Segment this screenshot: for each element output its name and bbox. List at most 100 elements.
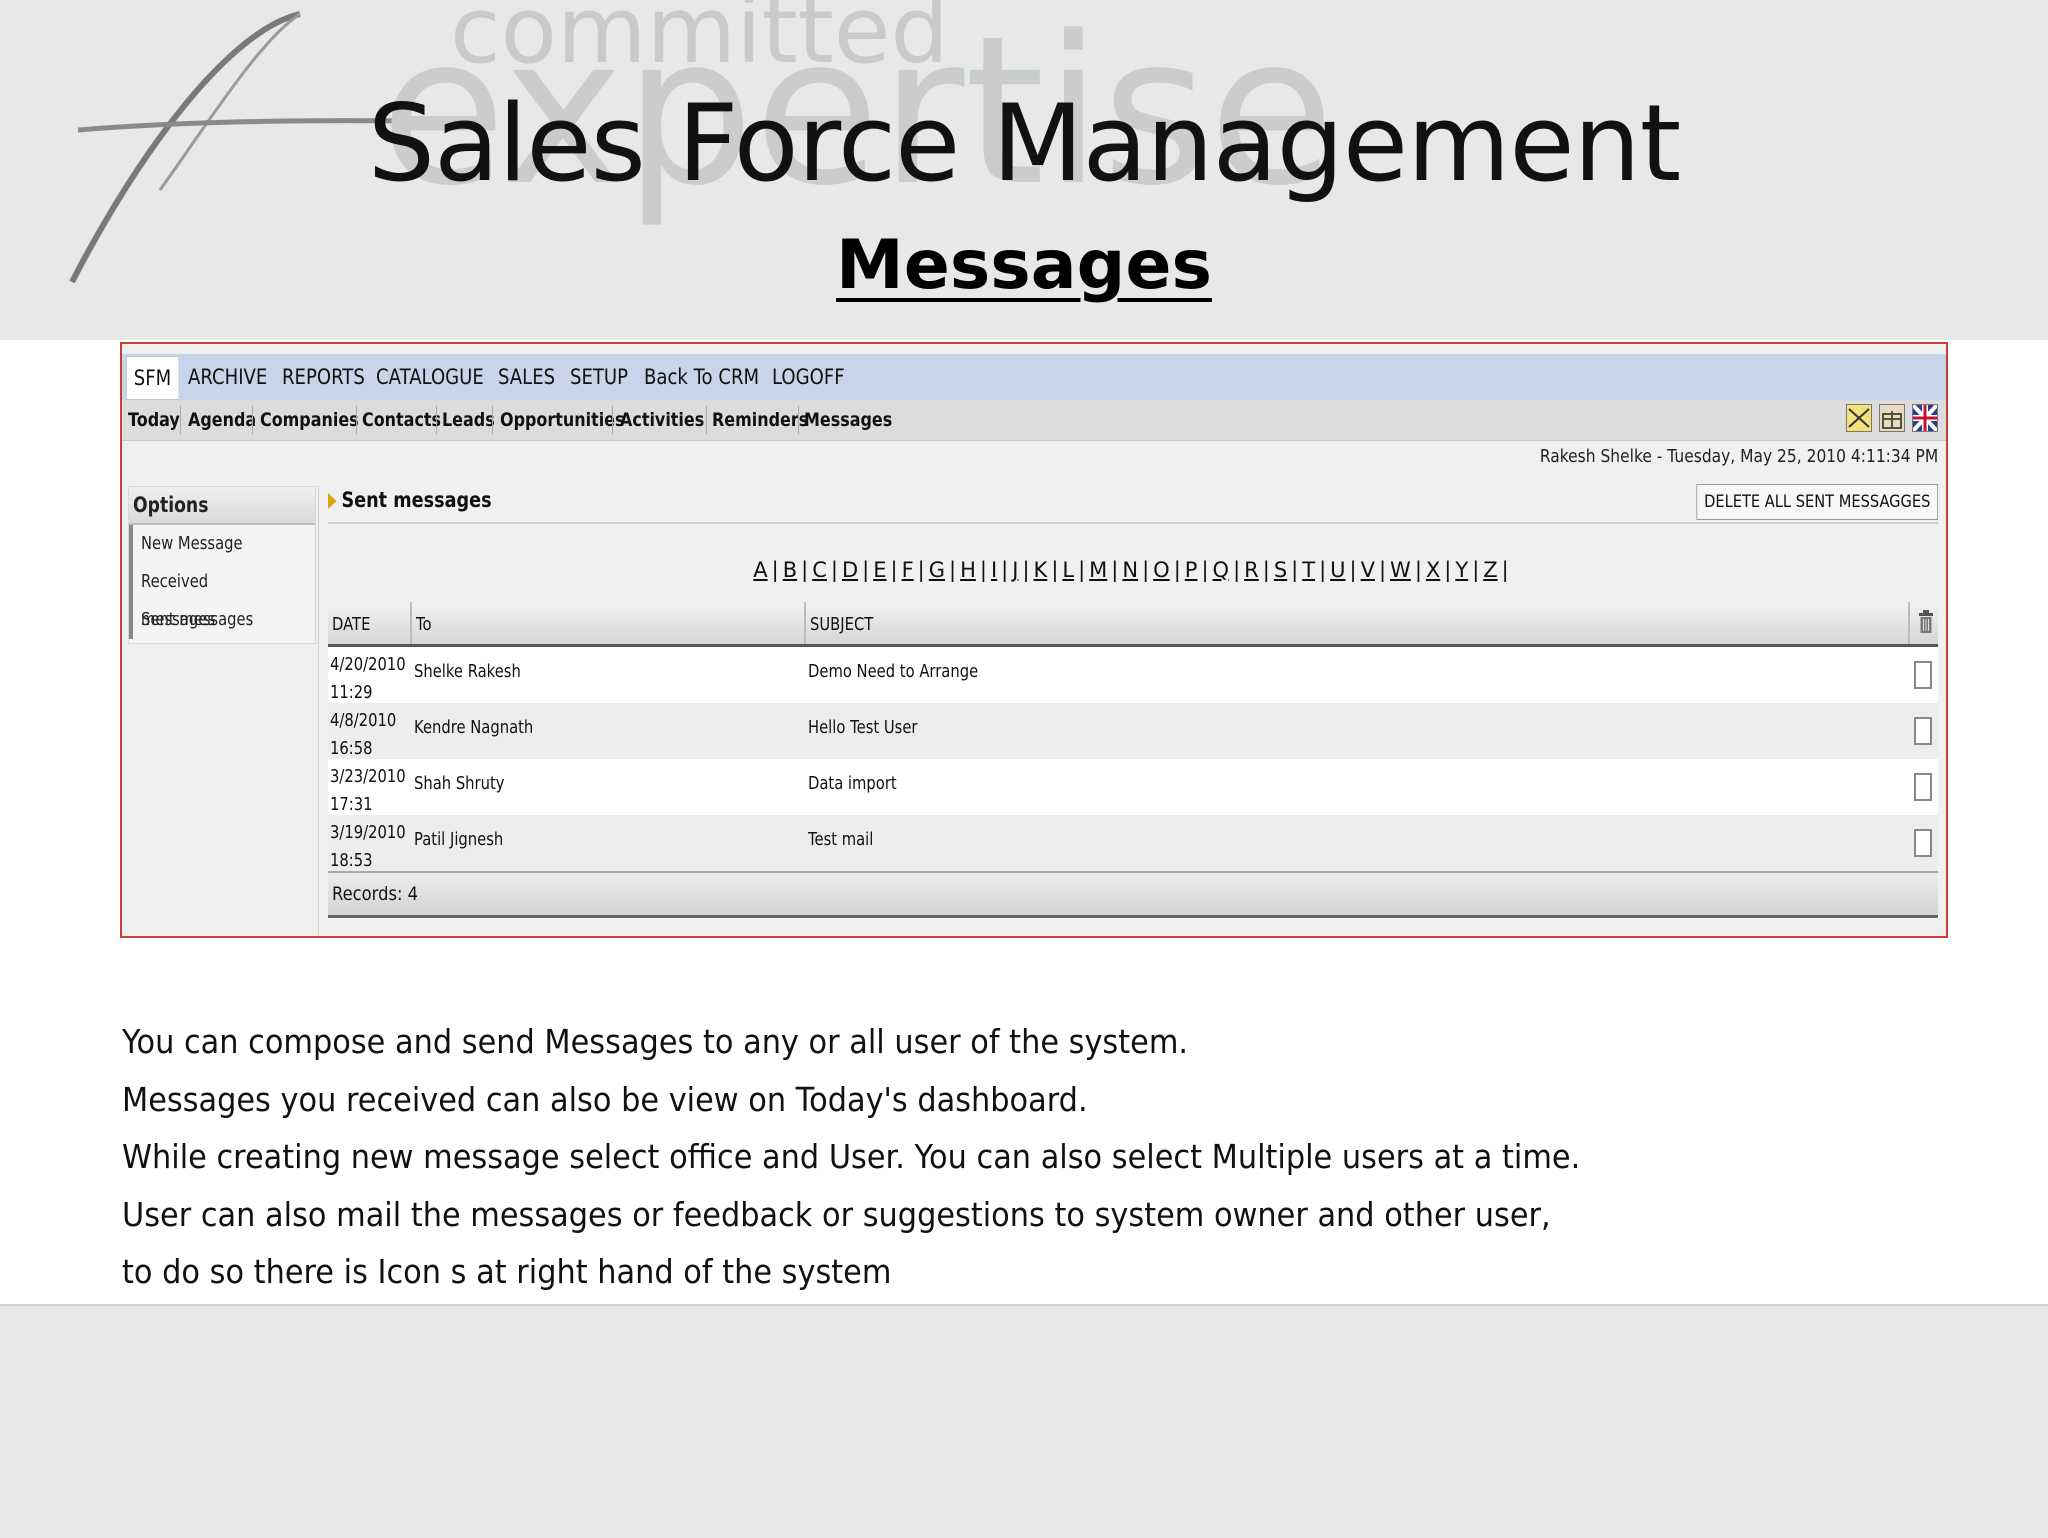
alpha-filter-u[interactable]: U	[1330, 558, 1345, 582]
column-divider	[1908, 602, 1910, 644]
alpha-filter-o[interactable]: O	[1153, 558, 1170, 582]
table-row[interactable]: 3/19/2010 18:53 Patil Jignesh Test mail	[328, 815, 1938, 871]
menu-archive[interactable]: ARCHIVE	[188, 354, 267, 400]
alpha-separator: |	[1291, 558, 1299, 582]
column-header-subject[interactable]: SUBJECT	[810, 602, 887, 644]
submenu-messages[interactable]: Messages	[804, 400, 892, 440]
row-date[interactable]: 4/20/2010 11:29	[330, 651, 410, 707]
alpha-separator: |	[1414, 558, 1422, 582]
row-recipient[interactable]: Shelke Rakesh	[414, 661, 544, 682]
menu-logoff[interactable]: LOGOFF	[772, 354, 845, 400]
submenu-leads[interactable]: Leads	[442, 400, 495, 440]
alpha-filter-s[interactable]: S	[1274, 558, 1287, 582]
table-row[interactable]: 3/23/2010 17:31 Shah Shruty Data import	[328, 759, 1938, 815]
alpha-filter-b[interactable]: B	[783, 558, 797, 582]
alpha-filter-k[interactable]: K	[1034, 558, 1048, 582]
submenu-contacts[interactable]: Contacts	[362, 400, 441, 440]
row-checkbox[interactable]	[1914, 773, 1932, 801]
menu-sales[interactable]: SALES	[498, 354, 555, 400]
submenu-companies[interactable]: Companies	[260, 400, 359, 440]
menu-back-to-crm[interactable]: Back To CRM	[644, 354, 759, 400]
menu-sfm[interactable]: SFM	[126, 356, 179, 400]
alpha-filter-i[interactable]: I	[991, 558, 997, 582]
row-checkbox[interactable]	[1914, 829, 1932, 857]
alpha-filter-v[interactable]: V	[1361, 558, 1375, 582]
sidebar-item-sent-messages[interactable]: Sent messages	[129, 601, 315, 639]
delete-all-sent-button[interactable]: DELETE ALL SENT MESSAGGES	[1696, 484, 1938, 520]
gift-icon[interactable]	[1878, 404, 1905, 432]
alpha-separator: |	[1349, 558, 1357, 582]
row-checkbox[interactable]	[1914, 717, 1932, 745]
column-header-date[interactable]: DATE	[332, 602, 379, 644]
alphabet-filter: A | B | C | D | E | F | G | H | I | J | K | L | M | N | O | P | Q | R | S | T |…	[328, 558, 1938, 582]
row-subject[interactable]: Hello Test User	[808, 717, 942, 738]
alpha-separator: |	[1262, 558, 1270, 582]
row-recipient[interactable]: Patil Jignesh	[414, 829, 523, 850]
mail-feedback-icon[interactable]	[1845, 404, 1872, 432]
sidebar-item-received-messages[interactable]: Received messages	[129, 563, 315, 630]
submenu-reminders[interactable]: Reminders	[712, 400, 808, 440]
row-date[interactable]: 3/19/2010 18:53	[330, 819, 410, 875]
section-title: Sent messages	[328, 488, 492, 512]
row-date[interactable]: 3/23/2010 17:31	[330, 763, 410, 819]
row-subject[interactable]: Demo Need to Arrange	[808, 661, 1016, 682]
row-checkbox[interactable]	[1914, 661, 1932, 689]
note-line: User can also mail the messages or feedb…	[122, 1194, 1551, 1234]
submenu-activities[interactable]: Activities	[620, 400, 704, 440]
menu-reports[interactable]: REPORTS	[282, 354, 365, 400]
row-recipient[interactable]: Shah Shruty	[414, 773, 524, 794]
main-menubar: SFM ARCHIVE REPORTS CATALOGUE SALES SETU…	[122, 354, 1946, 400]
alpha-filter-d[interactable]: D	[842, 558, 858, 582]
alpha-separator: |	[1142, 558, 1150, 582]
submenu-today[interactable]: Today	[128, 400, 180, 440]
alpha-filter-j[interactable]: J	[1012, 558, 1018, 582]
alpha-filter-h[interactable]: H	[960, 558, 976, 582]
alpha-filter-g[interactable]: G	[929, 558, 945, 582]
alpha-separator: |	[890, 558, 898, 582]
alpha-filter-l[interactable]: L	[1062, 558, 1074, 582]
alpha-filter-z[interactable]: Z	[1483, 558, 1497, 582]
column-header-to[interactable]: To	[416, 602, 435, 644]
alpha-filter-t[interactable]: T	[1302, 558, 1315, 582]
options-title: Options	[129, 487, 315, 525]
alpha-filter-m[interactable]: M	[1089, 558, 1107, 582]
sent-messages-panel: Sent messages DELETE ALL SENT MESSAGGES …	[328, 484, 1938, 924]
alpha-separator: |	[1051, 558, 1059, 582]
alpha-filter-x[interactable]: X	[1426, 558, 1440, 582]
alpha-filter-f[interactable]: F	[902, 558, 914, 582]
slide-notes: You can compose and send Messages to any…	[122, 1018, 1922, 1306]
alpha-filter-p[interactable]: P	[1185, 558, 1198, 582]
slide-title: Sales Force Management	[367, 82, 1682, 205]
table-row[interactable]: 4/20/2010 11:29 Shelke Rakesh Demo Need t…	[328, 647, 1938, 703]
alpha-separator: |	[1173, 558, 1181, 582]
alpha-filter-r[interactable]: R	[1244, 558, 1259, 582]
alpha-filter-c[interactable]: C	[812, 558, 827, 582]
alpha-filter-n[interactable]: N	[1122, 558, 1138, 582]
alpha-filter-y[interactable]: Y	[1455, 558, 1468, 582]
row-subject[interactable]: Test mail	[808, 829, 888, 850]
alpha-filter-a[interactable]: A	[753, 558, 767, 582]
submenu-divider	[492, 406, 493, 434]
options-sidebar: Options New Message Received messages Se…	[128, 486, 316, 644]
row-subject[interactable]: Data import	[808, 773, 916, 794]
alpha-filter-w[interactable]: W	[1390, 558, 1411, 582]
menu-setup[interactable]: SETUP	[570, 354, 628, 400]
row-recipient[interactable]: Kendre Nagnath	[414, 717, 559, 738]
trash-icon[interactable]	[1918, 610, 1934, 634]
alpha-separator: |	[917, 558, 925, 582]
table-row[interactable]: 4/8/2010 16:58 Kendre Nagnath Hello Test …	[328, 703, 1938, 759]
uk-flag-icon[interactable]	[1911, 403, 1939, 433]
submenu-opportunities[interactable]: Opportunities	[500, 400, 625, 440]
alpha-filter-q[interactable]: Q	[1213, 558, 1230, 582]
submenu-agenda[interactable]: Agenda	[188, 400, 256, 440]
submenu-divider	[612, 406, 613, 434]
alpha-filter-e[interactable]: E	[873, 558, 886, 582]
row-date[interactable]: 4/8/2010 16:58	[330, 707, 410, 763]
sidebar-item-new-message[interactable]: New Message	[129, 525, 315, 563]
alpha-separator: |	[1444, 558, 1452, 582]
alpha-separator: |	[1319, 558, 1327, 582]
alpha-separator: |	[862, 558, 870, 582]
submenu-divider	[798, 406, 799, 434]
column-divider	[410, 602, 412, 644]
menu-catalogue[interactable]: CATALOGUE	[376, 354, 484, 400]
